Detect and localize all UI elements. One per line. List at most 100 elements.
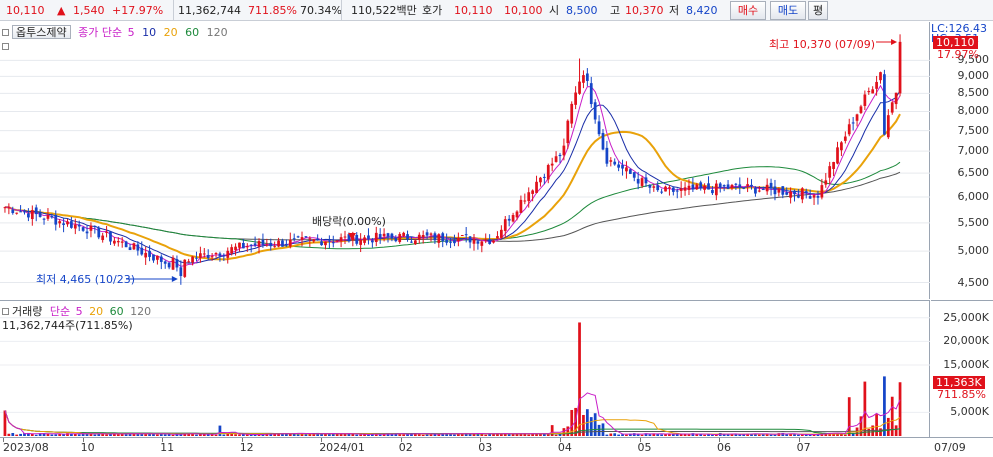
dividend-annotation: 배당락(0.00%) xyxy=(312,215,386,228)
volume-value-readout: 11,362,744주(711.85%) xyxy=(2,319,133,332)
date-label: 07/09 xyxy=(934,441,966,454)
candle-body xyxy=(539,177,542,183)
candle-body xyxy=(511,215,515,222)
panel-menu-icon[interactable] xyxy=(2,43,9,50)
candle-body xyxy=(425,232,429,236)
candle-body xyxy=(773,186,777,195)
volume-bar xyxy=(7,433,11,436)
candle-body xyxy=(187,261,191,263)
candle-body xyxy=(292,238,296,240)
price-change-percent: +17.97% xyxy=(112,4,164,17)
candle-body xyxy=(781,186,785,195)
price-tick-label: 9,000 xyxy=(957,69,990,83)
volume-panel-toggle-icon[interactable] xyxy=(2,308,9,315)
candle-body xyxy=(605,147,609,164)
volume-bar xyxy=(648,434,652,436)
volume-bars xyxy=(3,322,902,436)
candle-body xyxy=(132,243,136,250)
ma-type-label: 종가 단순 xyxy=(78,26,123,39)
candle-body xyxy=(820,185,824,198)
candle-body xyxy=(625,167,628,172)
candle-body xyxy=(597,121,601,135)
price-chart-svg xyxy=(0,34,930,285)
candle-body xyxy=(898,41,902,94)
volume-bar xyxy=(347,433,351,436)
candle-body xyxy=(109,231,112,242)
ma-5-label: 5 xyxy=(127,26,135,39)
volume-chart-panel[interactable]: 거래량 단순 5 20 60 120 11,362,744주(711.85%) xyxy=(0,300,930,437)
candle-body xyxy=(406,234,409,240)
volume-bar xyxy=(242,434,245,436)
candle-body xyxy=(453,239,456,244)
candle-body xyxy=(879,72,882,81)
candle-body xyxy=(277,240,280,247)
candle-body xyxy=(499,229,503,238)
volume-bar xyxy=(660,434,663,436)
panel-toggle-icon[interactable] xyxy=(2,29,9,36)
volume-bar xyxy=(199,434,202,436)
candle-body xyxy=(535,181,538,193)
candle-body xyxy=(476,241,480,244)
volume-bar xyxy=(175,434,179,436)
candle-body xyxy=(234,246,237,251)
candle-body xyxy=(226,250,230,258)
ma-20-line xyxy=(4,113,901,261)
candle-body xyxy=(832,162,835,169)
candle-body xyxy=(238,242,241,248)
volume-bar xyxy=(355,434,359,436)
candle-body xyxy=(171,257,175,270)
candle-body xyxy=(120,241,124,243)
date-label: 05 xyxy=(637,441,652,454)
volume-chart-svg xyxy=(0,317,930,436)
volume-bar xyxy=(77,434,81,436)
candle-body xyxy=(398,234,402,242)
up-arrow-icon: ▲ xyxy=(57,4,66,17)
sell-button[interactable]: 매도 xyxy=(770,1,806,20)
candle-body xyxy=(609,160,613,162)
candle-body xyxy=(769,182,773,189)
candle-body xyxy=(714,183,718,196)
price-tick-label: 5,000 xyxy=(957,244,990,258)
candle-body xyxy=(140,247,144,255)
candle-body xyxy=(339,237,343,242)
candle-body xyxy=(214,252,218,255)
volume-bar xyxy=(589,417,593,436)
volume-bar xyxy=(171,434,175,436)
candle-body xyxy=(249,244,253,246)
price-chart-panel[interactable]: 옵투스제약 종가 단순 5 10 20 60 120 최고 10,370 (07… xyxy=(0,22,930,299)
candle-body xyxy=(206,254,210,259)
date-label: 2024/01 xyxy=(319,441,365,454)
candle-body xyxy=(668,187,671,189)
candle-body xyxy=(378,234,382,239)
period-high-annotation: 최고 10,370 (07/09) xyxy=(769,38,876,51)
volume-bar xyxy=(601,423,605,436)
candle-body xyxy=(859,106,863,113)
candle-body xyxy=(316,238,320,240)
candle-body xyxy=(750,184,753,187)
ma-20-label: 20 xyxy=(163,26,178,39)
ma-60-label: 60 xyxy=(185,26,200,39)
stock-name-box[interactable]: 옵투스제약 xyxy=(12,25,71,39)
candle-body xyxy=(7,207,11,209)
volume-bar xyxy=(406,434,409,436)
volume-bar xyxy=(245,434,249,436)
volume-bar xyxy=(277,434,280,436)
volume-bar xyxy=(535,434,538,436)
volume-bar xyxy=(550,425,554,436)
candle-body xyxy=(726,184,730,189)
candle-body xyxy=(93,225,97,227)
candle-body xyxy=(636,178,640,184)
candle-body xyxy=(546,165,550,180)
price-tick-label: 7,000 xyxy=(957,144,990,158)
high-label: 고 xyxy=(610,4,621,17)
buy-button[interactable]: 매수 xyxy=(730,1,766,20)
candle-body xyxy=(496,236,499,239)
candle-body xyxy=(464,234,468,236)
candle-body xyxy=(97,227,101,238)
candle-body xyxy=(699,182,703,188)
volume-bar xyxy=(613,433,617,436)
volume-bar xyxy=(597,424,601,436)
candle-body xyxy=(871,89,875,94)
volume-bar xyxy=(34,434,38,436)
average-button[interactable]: 평 xyxy=(808,1,828,20)
